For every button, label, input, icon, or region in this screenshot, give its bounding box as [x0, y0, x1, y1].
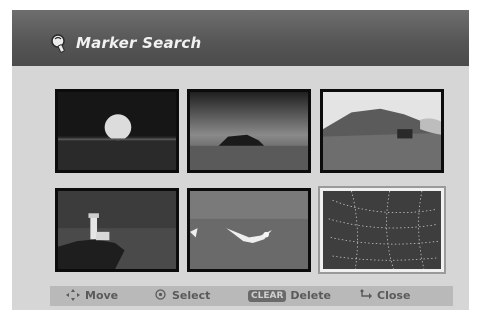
help-select: Select: [155, 289, 210, 303]
select-label: Select: [172, 289, 211, 302]
dpad-icon: [66, 289, 80, 304]
circle-icon: [155, 289, 166, 303]
help-move: Move: [66, 289, 118, 304]
page-title: Marker Search: [76, 34, 202, 52]
island-thumbnail[interactable]: [187, 89, 311, 173]
help-close: Close: [358, 289, 410, 304]
return-icon: [358, 289, 372, 304]
magnifier-icon: [50, 33, 68, 53]
lighthouse-thumbnail[interactable]: [55, 188, 179, 272]
close-label: Close: [377, 289, 411, 302]
sunset-thumbnail[interactable]: [55, 89, 179, 173]
spiderweb-thumbnail[interactable]: [318, 186, 446, 274]
delete-label: Delete: [290, 289, 331, 302]
clear-key-badge: CLEAR: [248, 290, 287, 302]
coast-house-thumbnail[interactable]: [320, 89, 444, 173]
help-delete: CLEAR Delete: [248, 289, 331, 302]
move-label: Move: [85, 289, 119, 302]
seagull-thumbnail[interactable]: [187, 188, 311, 272]
